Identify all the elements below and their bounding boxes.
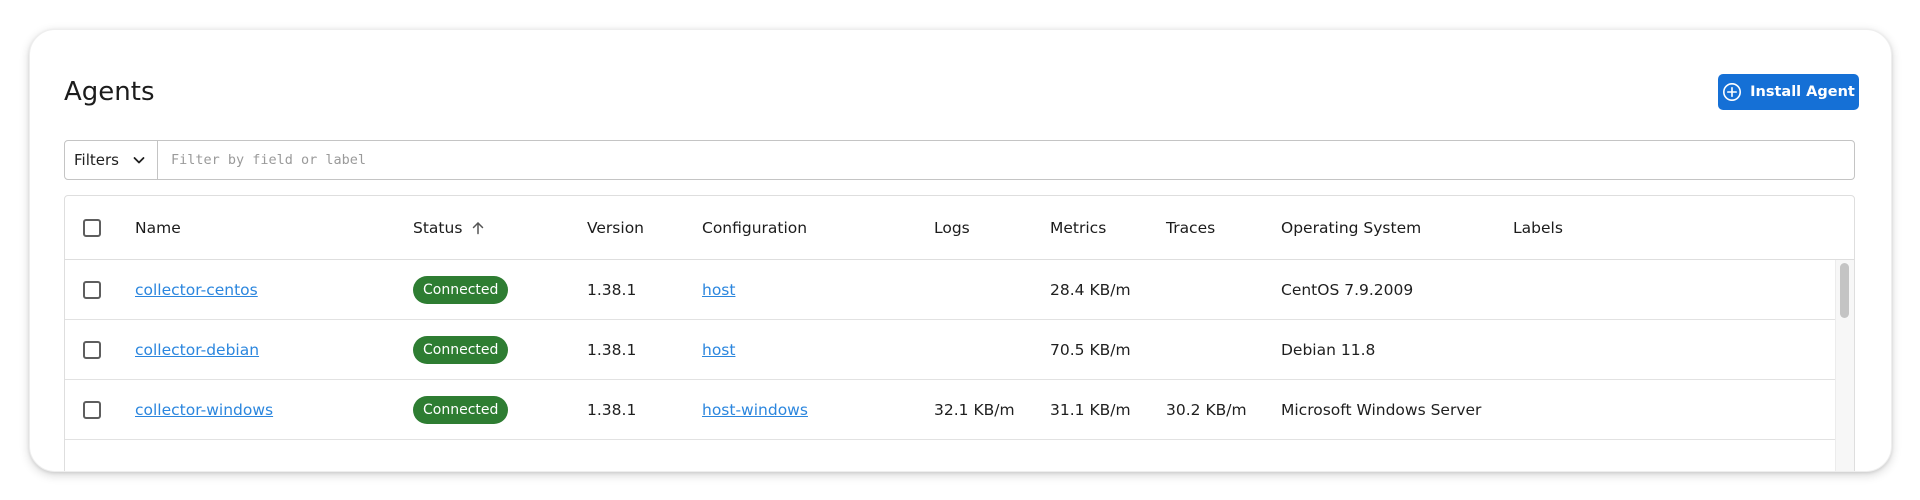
metrics-cell: 31.1 KB/m	[1050, 400, 1131, 419]
configuration-link[interactable]: host-windows	[702, 401, 808, 419]
column-header-operating-system[interactable]: Operating System	[1281, 196, 1421, 259]
table-row: collector-debian Connected 1.38.1 host 7…	[65, 320, 1836, 380]
filter-bar: Filters	[64, 140, 1855, 180]
agents-card: Agents Install Agent Filters Name Status	[29, 29, 1892, 472]
traces-cell: 30.2 KB/m	[1166, 400, 1247, 419]
row-checkbox[interactable]	[83, 340, 101, 359]
plus-circle-icon	[1723, 83, 1742, 101]
agent-name-link[interactable]: collector-centos	[135, 281, 258, 299]
agent-name-link[interactable]: collector-windows	[135, 401, 273, 419]
table-row: collector-windows Connected 1.38.1 host-…	[65, 380, 1836, 440]
table-scrollbar-thumb[interactable]	[1840, 263, 1849, 318]
column-header-status-label: Status	[413, 218, 463, 237]
select-all-cell	[83, 196, 101, 259]
agent-name-cell: collector-centos	[135, 260, 258, 319]
configuration-link[interactable]: host	[702, 281, 735, 299]
configuration-cell: host-windows	[702, 380, 808, 439]
row-checkbox[interactable]	[83, 280, 101, 299]
row-checkbox[interactable]	[83, 400, 101, 419]
metrics-cell: 28.4 KB/m	[1050, 280, 1131, 299]
filters-dropdown-label: Filters	[74, 151, 119, 169]
status-cell: Connected	[413, 260, 509, 319]
row-checkbox-cell	[83, 380, 101, 439]
column-header-status[interactable]: Status	[413, 196, 486, 259]
status-cell: Connected	[413, 320, 509, 379]
operating-system-cell: Microsoft Windows Server	[1281, 400, 1482, 419]
column-header-logs[interactable]: Logs	[934, 196, 970, 259]
status-badge: Connected	[413, 275, 509, 304]
status-cell: Connected	[413, 380, 509, 439]
version-cell: 1.38.1	[587, 280, 637, 299]
operating-system-cell: CentOS 7.9.2009	[1281, 280, 1414, 299]
column-header-traces[interactable]: Traces	[1166, 196, 1215, 259]
version-cell: 1.38.1	[587, 400, 637, 419]
configuration-cell: host	[702, 260, 735, 319]
configuration-cell: host	[702, 320, 735, 379]
table-row: collector-centos Connected 1.38.1 host 2…	[65, 260, 1836, 320]
status-badge: Connected	[413, 335, 509, 364]
version-cell: 1.38.1	[587, 340, 637, 359]
install-agent-label: Install Agent	[1750, 84, 1855, 100]
agent-name-link[interactable]: collector-debian	[135, 341, 259, 359]
logs-cell: 32.1 KB/m	[934, 400, 1015, 419]
row-checkbox-cell	[83, 320, 101, 379]
operating-system-cell: Debian 11.8	[1281, 340, 1376, 359]
metrics-cell: 70.5 KB/m	[1050, 340, 1131, 359]
arrow-up-icon	[473, 221, 484, 234]
table-scrollbar[interactable]	[1835, 260, 1854, 471]
column-header-configuration[interactable]: Configuration	[702, 196, 807, 259]
column-header-metrics[interactable]: Metrics	[1050, 196, 1106, 259]
agent-name-cell: collector-windows	[135, 380, 273, 439]
page-title: Agents	[64, 77, 155, 107]
column-header-labels[interactable]: Labels	[1513, 196, 1563, 259]
install-agent-button[interactable]: Install Agent	[1718, 74, 1859, 110]
agents-table: Name Status Version Configuration Logs M…	[64, 195, 1855, 471]
filters-dropdown[interactable]: Filters	[65, 141, 158, 179]
agent-name-cell: collector-debian	[135, 320, 259, 379]
chevron-down-icon	[133, 157, 145, 164]
column-header-version[interactable]: Version	[587, 196, 644, 259]
configuration-link[interactable]: host	[702, 341, 735, 359]
select-all-checkbox[interactable]	[83, 218, 101, 237]
column-header-name[interactable]: Name	[135, 196, 181, 259]
table-header-row: Name Status Version Configuration Logs M…	[65, 196, 1854, 260]
status-badge: Connected	[413, 395, 509, 424]
row-checkbox-cell	[83, 260, 101, 319]
filter-input[interactable]	[158, 141, 1854, 179]
